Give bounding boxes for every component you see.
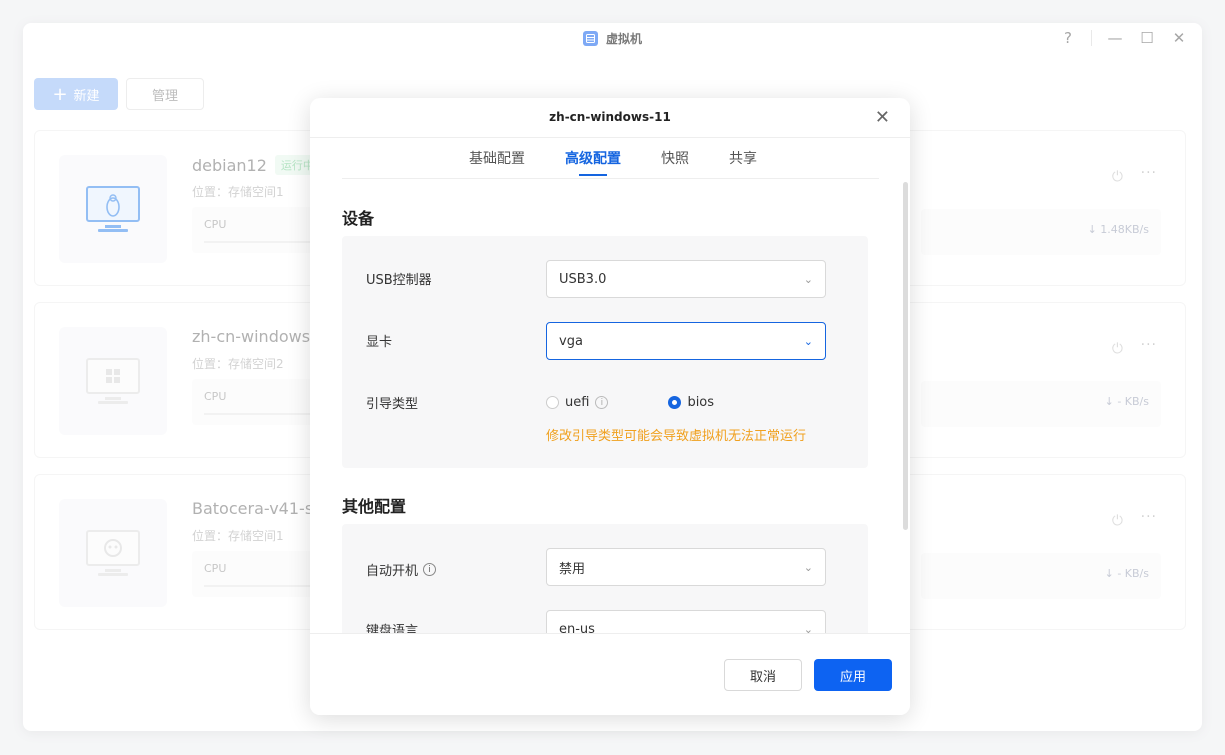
tab-snapshot[interactable]: 快照 (661, 148, 689, 178)
cancel-button[interactable]: 取消 (724, 659, 802, 691)
usb-controller-select[interactable]: USB3.0 ⌄ (546, 260, 826, 298)
autostart-label-text: 自动开机 (366, 564, 419, 579)
boot-warning: 修改引导类型可能会导致虚拟机无法正常运行 (546, 429, 807, 444)
tab-share[interactable]: 共享 (729, 148, 757, 178)
boot-uefi-label: uefi (565, 395, 590, 410)
chevron-down-icon: ⌄ (803, 334, 813, 348)
dialog-title: zh-cn-windows-11 (549, 110, 671, 124)
tab-advanced[interactable]: 高级配置 (565, 148, 621, 178)
info-icon[interactable]: i (423, 563, 437, 576)
other-section-title: 其他配置 (342, 497, 407, 516)
apply-button[interactable]: 应用 (814, 659, 892, 691)
chevron-down-icon: ⌄ (803, 560, 813, 574)
divider (310, 137, 910, 138)
tab-basic[interactable]: 基础配置 (469, 148, 525, 178)
boot-type-label: 引导类型 (366, 397, 419, 412)
boot-bios-radio[interactable]: bios (668, 395, 714, 410)
vm-settings-dialog: zh-cn-windows-11 ✕ 基础配置 高级配置 快照 共享 设备 US… (310, 98, 910, 715)
devices-section-title: 设备 (342, 209, 375, 228)
boot-bios-label: bios (687, 395, 715, 410)
gpu-label: 显卡 (366, 335, 393, 350)
scrollbar[interactable] (903, 182, 908, 530)
devices-panel: USB控制器 USB3.0 ⌄ 显卡 vga ⌄ 引导类型 uefi i bio… (342, 236, 868, 468)
autostart-select[interactable]: 禁用 ⌄ (546, 548, 826, 586)
autostart-label: 自动开机 i (366, 560, 437, 579)
autostart-value: 禁用 (559, 561, 586, 577)
info-icon[interactable]: i (595, 396, 609, 409)
radio-checked-icon (668, 396, 682, 409)
dialog-footer: 取消 应用 (310, 633, 910, 715)
divider (342, 178, 879, 179)
gpu-select[interactable]: vga ⌄ (546, 322, 826, 360)
usb-controller-label: USB控制器 (366, 273, 432, 288)
usb-controller-value: USB3.0 (559, 271, 607, 287)
boot-uefi-radio[interactable]: uefi i (546, 395, 609, 410)
close-icon[interactable]: ✕ (875, 107, 890, 128)
gpu-value: vga (559, 333, 583, 349)
chevron-down-icon: ⌄ (803, 272, 813, 286)
settings-tabs: 基础配置 高级配置 快照 共享 (310, 148, 910, 178)
boot-type-radio-group: uefi i bios (546, 395, 714, 410)
radio-unchecked-icon (546, 396, 559, 409)
